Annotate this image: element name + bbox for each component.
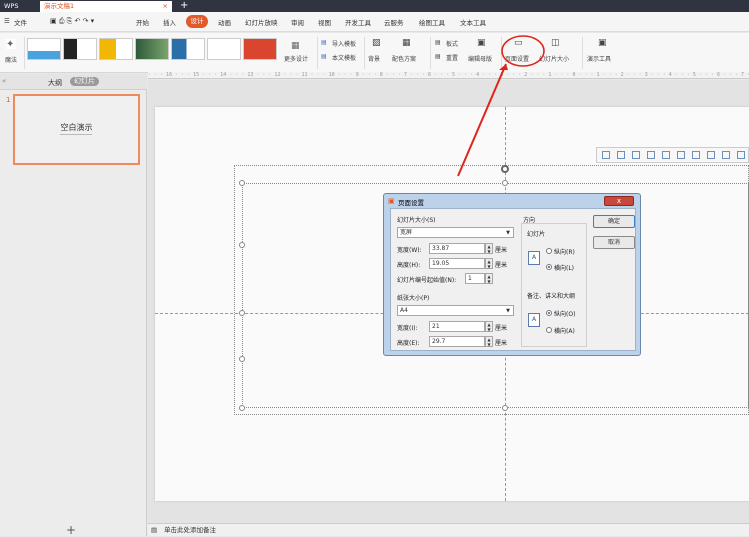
annotation-arrow-shaft — [457, 63, 507, 177]
annotation-overlay — [457, 35, 545, 177]
annotation-circle — [501, 35, 545, 67]
